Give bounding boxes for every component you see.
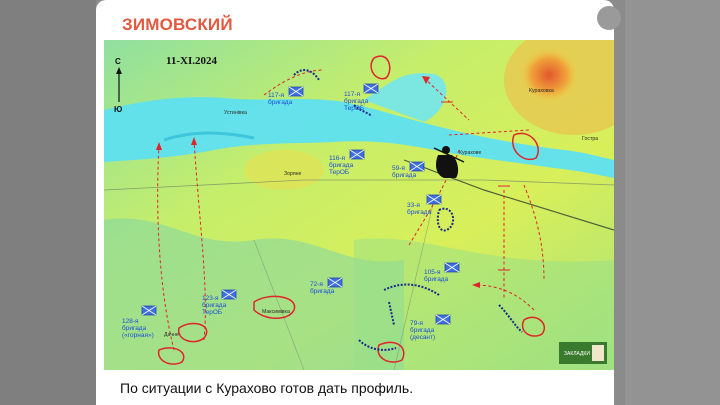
svg-text:33-я: 33-я	[407, 202, 420, 209]
background-left	[0, 0, 96, 405]
svg-text:128-я: 128-я	[122, 318, 139, 325]
channel-name[interactable]: ЗИМОВСКИЙ	[122, 15, 233, 35]
svg-text:(десант): (десант)	[410, 334, 435, 341]
svg-text:123-я: 123-я	[202, 295, 219, 302]
share-button[interactable]	[597, 6, 621, 30]
svg-text:бригада: бригада	[122, 324, 147, 332]
svg-text:117-я: 117-я	[268, 92, 285, 99]
svg-text:Устинівка: Устинівка	[224, 110, 247, 116]
svg-text:бригада: бригада	[407, 208, 432, 216]
svg-text:бригада: бригада	[310, 287, 335, 295]
svg-text:Зоряне: Зоряне	[284, 171, 302, 177]
svg-text:Курахове: Курахове	[459, 150, 481, 156]
tactical-map[interactable]: С Ю 11-XI.2024 Кураховка Курахове Гостра…	[104, 40, 614, 370]
svg-text:117-я: 117-я	[344, 91, 361, 98]
svg-text:ТерОБ: ТерОБ	[202, 309, 222, 316]
svg-text:С: С	[115, 57, 121, 66]
svg-text:бригада: бригада	[392, 171, 417, 179]
svg-text:бригада: бригада	[329, 161, 354, 169]
kurakhivka-city	[519, 47, 579, 103]
svg-text:59-я: 59-я	[392, 165, 405, 172]
svg-text:бригада: бригада	[344, 97, 369, 105]
svg-text:бригада: бригада	[268, 98, 293, 106]
svg-text:116-я: 116-я	[329, 155, 346, 162]
svg-text:бригада: бригада	[202, 301, 227, 309]
svg-text:105-я: 105-я	[424, 269, 441, 276]
svg-text:79-я: 79-я	[410, 320, 423, 327]
post-caption: По ситуации с Курахово готов дать профил…	[120, 380, 414, 396]
svg-text:Дачне: Дачне	[164, 332, 179, 338]
background-right	[625, 0, 720, 405]
svg-text:бригада: бригада	[424, 275, 449, 283]
svg-text:бригада: бригада	[410, 326, 435, 334]
svg-text:72-я: 72-я	[310, 281, 323, 288]
svg-text:Максимівка: Максимівка	[262, 309, 290, 315]
svg-text:ТерОБ: ТерОБ	[344, 105, 364, 112]
svg-text:Кураховка: Кураховка	[529, 88, 554, 94]
map-canvas: С Ю 11-XI.2024 Кураховка Курахове Гостра…	[104, 40, 614, 370]
svg-text:ТерОБ: ТерОБ	[329, 169, 349, 176]
channel-post: ЗИМОВСКИЙ С Ю 11-XI.2024 Кураховка Курах…	[96, 0, 614, 405]
publisher-logo: ЗАКЛАДКИ	[559, 342, 607, 364]
svg-text:Ю: Ю	[114, 105, 122, 114]
svg-text:Гостра: Гостра	[582, 136, 598, 142]
svg-text:ЗАКЛАДКИ: ЗАКЛАДКИ	[564, 351, 590, 357]
map-date: 11-XI.2024	[166, 55, 218, 67]
svg-text:(«горная»): («горная»)	[122, 332, 154, 339]
